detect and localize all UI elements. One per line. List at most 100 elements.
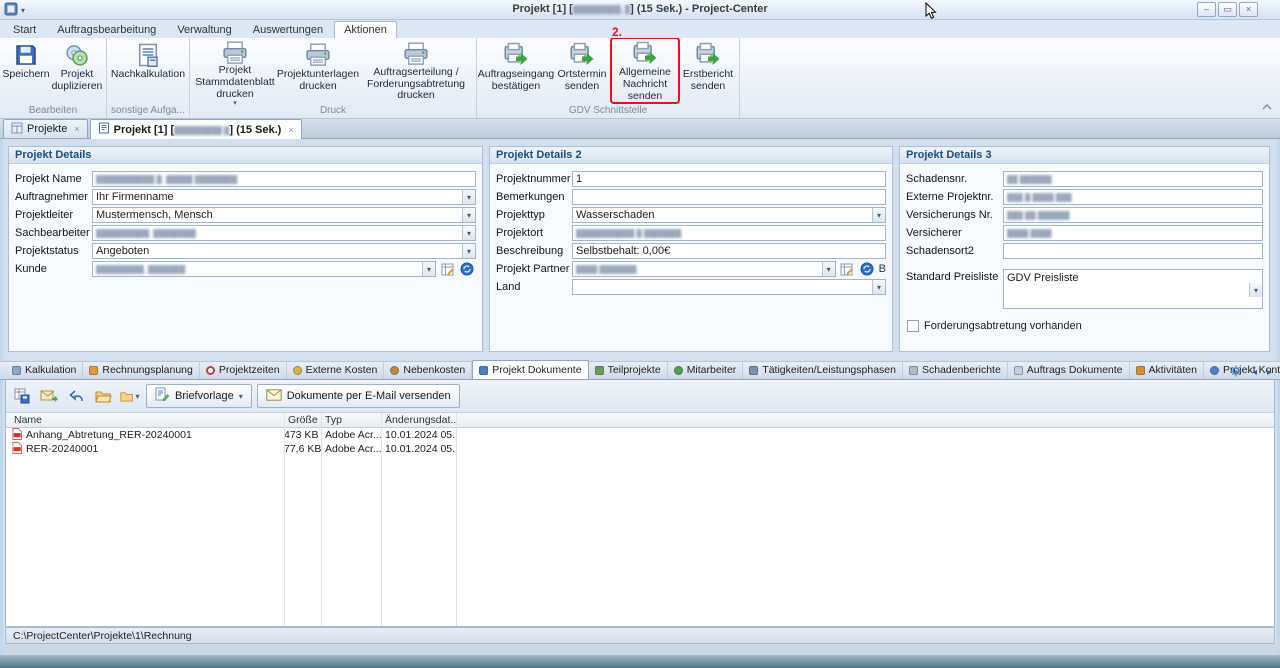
forderungsabtretung-checkbox[interactable] (907, 320, 919, 332)
auftragseingang-bestaetigen-button[interactable]: Auftragseingang bestätigen (480, 39, 552, 102)
kunde-info-button[interactable] (458, 261, 476, 277)
export-button[interactable] (11, 385, 33, 407)
send-icon (503, 41, 529, 69)
ribbon-tab-aktionen[interactable]: Aktionen (334, 21, 397, 38)
allgemeine-nachricht-senden-button[interactable]: Allgemeine Nachricht senden (612, 39, 678, 102)
table-row[interactable]: Anhang_Abtretung_RER-20240001 473 KB Ado… (6, 428, 1274, 442)
tab-externe-kosten[interactable]: Externe Kosten (287, 361, 385, 379)
workspace-tab-bar: Kalkulation Rechnungsplanung Projektzeit… (0, 361, 1280, 380)
ribbon-group-gdv: Auftragseingang bestätigen Ortstermin se… (477, 38, 740, 118)
scroll-right-icon[interactable]: ▸ (1267, 367, 1272, 378)
ribbon-tab-auswertungen[interactable]: Auswertungen (243, 21, 333, 38)
save-icon (14, 41, 38, 69)
tab-projektzeiten[interactable]: Projektzeiten (200, 361, 287, 379)
ribbon-tab-verwaltung[interactable]: Verwaltung (167, 21, 241, 38)
land-combo[interactable]: ▾ (572, 279, 886, 295)
printer-icon (403, 41, 429, 67)
maximize-button[interactable]: ▭ (1218, 2, 1237, 17)
chevron-down-icon[interactable]: ▾ (462, 190, 475, 204)
column-header-name[interactable]: Name (6, 414, 284, 426)
tab-taetigkeiten[interactable]: Tätigkeiten/Leistungsphasen (743, 361, 903, 379)
stammdatenblatt-drucken-button[interactable]: Projekt Stammdatenblatt drucken ▾ (193, 39, 277, 102)
minimize-button[interactable]: – (1197, 2, 1216, 17)
button-label: Briefvorlage (175, 390, 234, 402)
versicherer-input[interactable]: ████ ████ (1003, 225, 1263, 241)
bemerkungen-input[interactable] (572, 189, 886, 205)
panel-title: Projekt Details 2 (490, 147, 892, 164)
open-folder-button[interactable] (92, 385, 114, 407)
tab-nebenkosten[interactable]: Nebenkosten (384, 361, 472, 379)
sachbearbeiter-combo[interactable]: ██████████, ████████▾ (92, 225, 476, 241)
beschreibung-input[interactable]: Selbstbehalt: 0,00€ (572, 243, 886, 259)
erstbericht-senden-button[interactable]: Erstbericht senden (680, 39, 736, 102)
projektort-input[interactable]: ███████████ █ ███████ (572, 225, 886, 241)
reply-button[interactable] (65, 385, 87, 407)
chevron-down-icon[interactable]: ▾ (462, 244, 475, 258)
button-label: Ortstermin senden (554, 69, 610, 93)
tab-projekt-1[interactable]: Projekt [1] [█████████ █] (15 Sek.) × (90, 119, 302, 139)
chevron-down-icon[interactable]: ▾ (462, 226, 475, 240)
calculator-icon (12, 366, 21, 375)
tasks-icon (749, 366, 758, 375)
edit-kunde-button[interactable] (438, 261, 456, 277)
folder-dropdown-button[interactable]: ▾ (119, 385, 141, 407)
panel-projekt-details-3: Projekt Details 3 Schadensnr. ██ ██████ … (899, 146, 1270, 352)
projektleiter-combo[interactable]: Mustermensch, Mensch▾ (92, 207, 476, 223)
standard-preisliste-combo[interactable]: GDV Preisliste▾ (1003, 269, 1263, 309)
speichern-button[interactable]: Speichern (3, 39, 49, 102)
projekt-name-input[interactable]: ███████████ █, █████ ████████ (92, 171, 476, 187)
versicherungs-nr-input[interactable]: ███ ██ ██████ (1003, 207, 1263, 223)
duplicate-icon (65, 41, 89, 69)
file-type: Adobe Acr... (321, 429, 381, 441)
tab-rechnungsplanung[interactable]: Rechnungsplanung (83, 361, 200, 379)
ribbon-tab-start[interactable]: Start (3, 21, 46, 38)
kunde-combo[interactable]: █████████, ███████▾ (92, 261, 436, 277)
ortstermin-senden-button[interactable]: Ortstermin senden (554, 39, 610, 102)
column-header-groesse[interactable]: Größe (284, 414, 321, 426)
panel-title: Projekt Details (9, 147, 482, 164)
chevron-down-icon[interactable]: ▾ (1249, 283, 1262, 297)
chevron-down-icon[interactable]: ▾ (872, 208, 885, 222)
projektstatus-combo[interactable]: Angeboten▾ (92, 243, 476, 259)
schadensnr-input[interactable]: ██ ██████ (1003, 171, 1263, 187)
edit-partner-button[interactable] (838, 261, 856, 277)
chevron-down-icon[interactable]: ▾ (462, 208, 475, 222)
briefvorlage-button[interactable]: Briefvorlage ▾ (146, 384, 252, 408)
ribbon-group-caption: Bearbeiten (0, 104, 106, 118)
close-icon[interactable]: × (288, 125, 293, 135)
email-send-button[interactable]: Dokumente per E-Mail versenden (257, 384, 460, 408)
partner-info-button[interactable] (858, 261, 876, 277)
tab-mitarbeiter[interactable]: Mitarbeiter (668, 361, 744, 379)
tab-teilprojekte[interactable]: Teilprojekte (589, 361, 668, 379)
table-row[interactable]: RER-20240001 77,6 KB Adobe Acr... 10.01.… (6, 442, 1274, 456)
close-button[interactable]: × (1239, 2, 1258, 17)
column-header-typ[interactable]: Typ (321, 414, 381, 426)
tab-auftrags-dokumente[interactable]: Auftrags Dokumente (1008, 361, 1130, 379)
projekt-partner-combo[interactable]: ████ ███████▾ (572, 261, 836, 277)
chevron-down-icon[interactable]: ▾ (872, 280, 885, 294)
ribbon-collapse-icon[interactable] (1262, 101, 1272, 113)
projektnummer-input[interactable]: 1 (572, 171, 886, 187)
projekttyp-combo[interactable]: Wasserschaden▾ (572, 207, 886, 223)
externe-projektnr-input[interactable]: ███ █ ████ ███ (1003, 189, 1263, 205)
schadensort2-input[interactable] (1003, 243, 1263, 259)
nachkalkulation-button[interactable]: Nachkalkulation (110, 39, 186, 102)
mail-forward-button[interactable] (38, 385, 60, 407)
close-icon[interactable]: × (74, 124, 79, 134)
tab-projekt-dokumente[interactable]: Projekt Dokumente (472, 360, 588, 379)
tab-aktivitaeten[interactable]: Aktivitäten (1130, 361, 1204, 379)
tab-schadenberichte[interactable]: Schadenberichte (903, 361, 1008, 379)
tab-projekte[interactable]: Projekte × (3, 119, 88, 138)
gear-icon[interactable] (1230, 365, 1242, 380)
column-header-aenderungsdatum[interactable]: Änderungsdat... (381, 414, 456, 426)
chevron-down-icon[interactable]: ▾ (822, 262, 835, 276)
scroll-left-icon[interactable]: ◂ (1252, 367, 1257, 378)
chevron-down-icon[interactable]: ▾ (422, 262, 435, 276)
projektunterlagen-drucken-button[interactable]: Projektunterlagen drucken (279, 39, 357, 102)
ribbon-tab-auftragsbearbeitung[interactable]: Auftragsbearbeitung (47, 21, 166, 38)
projekt-duplizieren-button[interactable]: Projekt duplizieren (51, 39, 103, 102)
tab-kalkulation[interactable]: Kalkulation (6, 361, 83, 379)
button-label: Speichern (2, 69, 49, 81)
auftragserteilung-drucken-button[interactable]: Auftragserteilung / Forderungsabtretung … (359, 39, 473, 102)
auftragnehmer-combo[interactable]: Ihr Firmenname▾ (92, 189, 476, 205)
